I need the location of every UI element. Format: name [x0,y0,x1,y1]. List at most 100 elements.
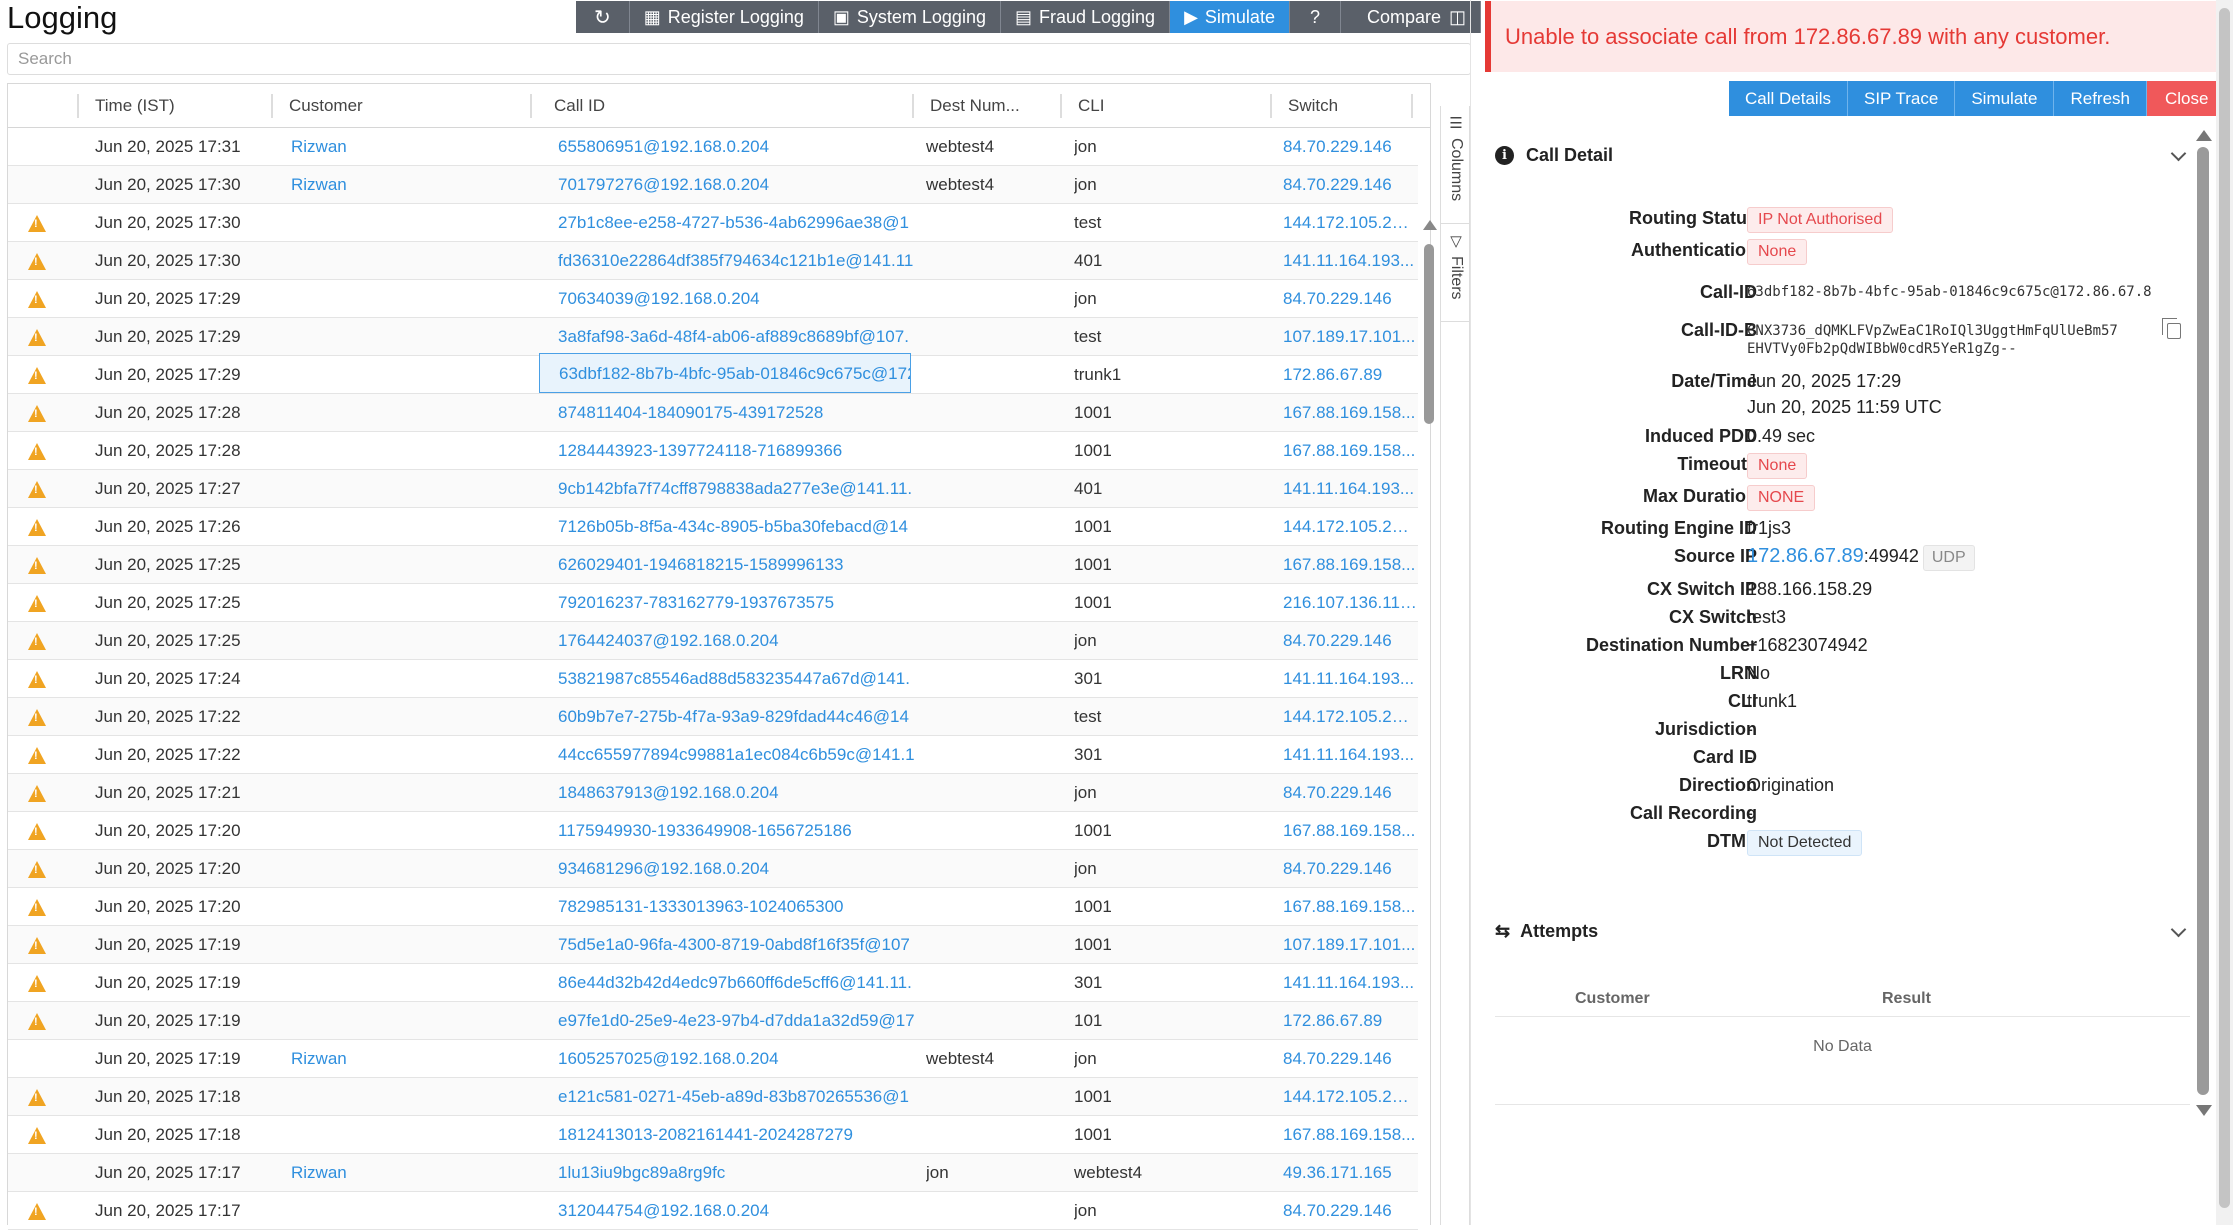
columns-tab[interactable]: ☰ Columns [1441,106,1471,224]
fraud-logging-button[interactable]: ▤ Fraud Logging [1000,1,1171,33]
customer-link[interactable] [291,660,491,697]
attempts-header[interactable]: ⇆ Attempts [1495,911,2190,951]
table-row[interactable]: Jun 20, 2025 17:20 1175949930-1933649908-… [8,812,1418,850]
scroll-up-icon[interactable] [2196,130,2212,141]
customer-link[interactable] [291,318,491,355]
call-id-link[interactable]: 1605257025@192.168.0.204 [558,1040,918,1077]
attempts-column-customer[interactable]: Customer [1575,990,1650,1008]
table-row[interactable]: Jun 20, 2025 17:19 e97fe1d0-25e9-4e23-97b… [8,1002,1418,1040]
call-id-link[interactable]: 44cc655977894c99881a1ec084c6b59c@141.1 [558,736,918,773]
customer-link[interactable] [291,470,491,507]
customer-link[interactable] [291,584,491,621]
table-row[interactable]: Jun 20, 2025 17:29 63dbf182-8b7b-4bfc-95a… [8,353,1418,394]
column-header-time[interactable]: Time (IST) [85,84,175,127]
switch-link[interactable]: 141.11.164.193... [1283,470,1418,507]
column-header-call-id[interactable]: Call ID [544,84,605,127]
table-row[interactable]: Jun 20, 2025 17:25 626029401-1946818215-1… [8,546,1418,584]
compare-button[interactable]: Compare ◫ [1340,1,1482,33]
column-separator[interactable] [1270,94,1272,118]
switch-link[interactable]: 144.172.105.200... [1283,508,1418,545]
call-id-link[interactable]: 1175949930-1933649908-1656725186 [558,812,918,849]
call-id-link[interactable]: 60b9b7e7-275b-4f7a-93a9-829fdad44c46@14 [558,698,918,735]
table-row[interactable]: Jun 20, 2025 17:28 1284443923-1397724118-… [8,432,1418,470]
table-row[interactable]: Jun 20, 2025 17:18 1812413013-2082161441-… [8,1116,1418,1154]
column-header-switch[interactable]: Switch [1278,84,1338,127]
switch-link[interactable]: 84.70.229.146 [1283,850,1418,887]
scroll-up-icon[interactable] [1423,220,1437,230]
switch-link[interactable]: 172.86.67.89 [1283,356,1418,393]
call-id-link[interactable]: 1284443923-1397724118-716899366 [558,432,918,469]
switch-link[interactable]: 49.36.171.165 [1283,1154,1418,1191]
call-details-button[interactable]: Call Details [1729,81,1848,116]
switch-link[interactable]: 84.70.229.146 [1283,622,1418,659]
customer-link[interactable] [291,736,491,773]
column-separator[interactable] [530,94,532,118]
table-row[interactable]: Jun 20, 2025 17:25 1764424037@192.168.0.2… [8,622,1418,660]
switch-link[interactable]: 84.70.229.146 [1283,166,1418,203]
call-id-link[interactable]: 27b1c8ee-e258-4727-b536-4ab62996ae38@1 [558,204,918,241]
call-id-link[interactable]: 9cb142bfa7f74cff8798838ada277e3e@141.11. [558,470,918,507]
table-row[interactable]: Jun 20, 2025 17:22 44cc655977894c99881a1e… [8,736,1418,774]
call-id-link[interactable]: 75d5e1a0-96fa-4300-8719-0abd8f16f35f@107 [558,926,918,963]
call-id-link[interactable]: 63dbf182-8b7b-4bfc-95ab-01846c9c675c@172 [539,353,911,393]
refresh-detail-button[interactable]: Refresh [2054,81,2147,116]
switch-link[interactable]: 172.86.67.89 [1283,1002,1418,1039]
detail-scrollbar[interactable] [2195,130,2212,1120]
filters-tab[interactable]: ▽ Filters [1441,224,1471,322]
call-id-link[interactable]: 3a8faf98-3a6d-48f4-ab06-af889c8689bf@107… [558,318,918,355]
table-row[interactable]: Jun 20, 2025 17:20 782985131-1333013963-1… [8,888,1418,926]
refresh-button[interactable]: ↻ [576,1,630,33]
customer-link[interactable] [291,204,491,241]
table-row[interactable]: Jun 20, 2025 17:25 792016237-783162779-19… [8,584,1418,622]
column-separator[interactable] [77,94,79,118]
table-row[interactable]: Jun 20, 2025 17:30 Rizwan 701797276@192.16… [8,166,1418,204]
table-row[interactable]: Jun 20, 2025 17:30 fd36310e22864df385f794… [8,242,1418,280]
table-row[interactable]: Jun 20, 2025 17:20 934681296@192.168.0.20… [8,850,1418,888]
switch-link[interactable]: 84.70.229.146 [1283,774,1418,811]
switch-link[interactable]: 167.88.169.158... [1283,546,1418,583]
call-id-link[interactable]: 53821987c85546ad88d583235447a67d@141. [558,660,918,697]
chevron-down-icon[interactable] [2170,145,2187,162]
table-row[interactable]: Jun 20, 2025 17:29 3a8faf98-3a6d-48f4-ab0… [8,318,1418,356]
customer-link[interactable] [291,850,491,887]
table-row[interactable]: Jun 20, 2025 17:17 Rizwan 1lu13iu9bgc89a8r… [8,1154,1418,1192]
table-row[interactable]: Jun 20, 2025 17:24 53821987c85546ad88d583… [8,660,1418,698]
column-separator[interactable] [271,94,273,118]
switch-link[interactable]: 84.70.229.146 [1283,1040,1418,1077]
call-id-link[interactable]: 782985131-1333013963-1024065300 [558,888,918,925]
call-id-link[interactable]: 1lu13iu9bgc89a8rg9fc [558,1154,918,1191]
simulate-toolbar-button[interactable]: ▶ Simulate [1170,1,1290,33]
customer-link[interactable] [291,1002,491,1039]
sip-trace-button[interactable]: SIP Trace [1847,81,1956,116]
column-separator[interactable] [1060,94,1062,118]
column-header-cli[interactable]: CLI [1068,84,1104,127]
chevron-down-icon[interactable] [2170,921,2187,938]
table-row[interactable]: Jun 20, 2025 17:28 874811404-184090175-43… [8,394,1418,432]
customer-link[interactable] [291,774,491,811]
help-button[interactable]: ? [1289,1,1341,33]
customer-link[interactable] [291,698,491,735]
customer-link[interactable] [291,508,491,545]
call-id-link[interactable]: 792016237-783162779-1937673575 [558,584,918,621]
call-id-link[interactable]: 70634039@192.168.0.204 [558,280,918,317]
switch-link[interactable]: 167.88.169.158... [1283,888,1418,925]
table-row[interactable]: Jun 20, 2025 17:19 75d5e1a0-96fa-4300-871… [8,926,1418,964]
customer-link[interactable] [291,926,491,963]
customer-link[interactable] [291,242,491,279]
call-id-link[interactable]: 626029401-1946818215-1589996133 [558,546,918,583]
switch-link[interactable]: 144.172.105.200... [1283,698,1418,735]
customer-link[interactable] [291,888,491,925]
search-input[interactable] [7,43,1471,75]
table-row[interactable]: Jun 20, 2025 17:31 Rizwan 655806951@192.16… [8,128,1418,166]
switch-link[interactable]: 141.11.164.193... [1283,242,1418,279]
call-id-link[interactable]: 934681296@192.168.0.204 [558,850,918,887]
customer-link[interactable] [291,1116,491,1153]
customer-link[interactable] [291,280,491,317]
register-logging-button[interactable]: ▦ Register Logging [629,1,819,33]
source-ip-link[interactable]: 172.86.67.89 [1747,545,1864,567]
customer-link[interactable] [291,622,491,659]
switch-link[interactable]: 84.70.229.146 [1283,128,1418,165]
switch-link[interactable]: 107.189.17.101... [1283,926,1418,963]
call-detail-header[interactable]: i Call Detail [1495,135,2190,175]
switch-link[interactable]: 167.88.169.158... [1283,812,1418,849]
